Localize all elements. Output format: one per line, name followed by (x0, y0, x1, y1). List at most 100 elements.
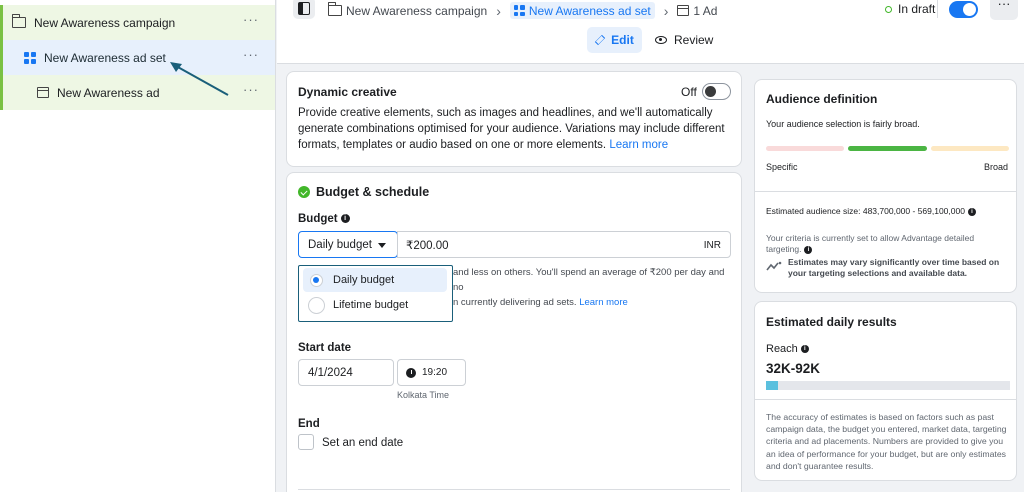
eye-icon (655, 36, 667, 44)
help-line: and less on others. You'll spend an aver… (453, 267, 725, 293)
tree-item-adset[interactable]: New Awareness ad set ··· (0, 40, 275, 75)
caret-down-icon (378, 243, 386, 248)
timezone-label: Kolkata Time (397, 390, 450, 400)
learn-more-link[interactable]: Learn more (609, 139, 668, 151)
start-date-label: Start date (298, 342, 352, 354)
breadcrumb-label: 1 Ad (693, 3, 718, 18)
audience-criteria: Your criteria is currently set to allow … (766, 233, 1006, 255)
radio-unselected-icon (308, 296, 325, 314)
end-date-checkbox-label: Set an end date (322, 437, 404, 449)
status-badge: In draft (885, 2, 935, 16)
section-title: Dynamic creative (298, 85, 397, 99)
adset-grid-icon (24, 51, 36, 64)
more-options-icon[interactable]: ··· (243, 13, 259, 26)
criteria-text: Your criteria is currently set to allow … (766, 233, 975, 254)
budget-schedule-card: Budget & schedule Budget i Daily budget ₹… (286, 172, 742, 492)
trend-icon (766, 261, 782, 271)
breadcrumb-ad[interactable]: 1 Ad (677, 4, 717, 18)
start-time-value: 19:20 (422, 367, 448, 378)
chevron-right-icon: › (496, 2, 501, 19)
campaign-tree-sidebar: New Awareness campaign ··· New Awareness… (0, 0, 276, 492)
start-date-input[interactable]: 4/1/2024 (298, 359, 394, 386)
publish-toggle[interactable] (949, 1, 978, 18)
tree-item-campaign[interactable]: New Awareness campaign ··· (0, 5, 275, 40)
info-icon[interactable]: i (967, 207, 976, 216)
audience-estimate-warning: Estimates may vary significantly over ti… (788, 257, 1000, 278)
help-line-text: n currently delivering ad sets. (453, 297, 577, 308)
info-icon[interactable]: i (340, 214, 350, 224)
budget-type-dropdown: Daily budget Lifetime budget (298, 265, 453, 322)
audience-size: Estimated audience size: 483,700,000 - 5… (766, 206, 976, 216)
budget-label: Budget i (298, 213, 350, 225)
dynamic-creative-description: Provide creative elements, such as image… (298, 105, 734, 153)
breadcrumb-label: New Awareness ad set (528, 3, 651, 18)
info-icon[interactable]: i (804, 245, 813, 254)
toggle-state-label: Off (681, 85, 697, 99)
budget-type-value: Daily budget (308, 238, 372, 251)
help-line-2: n currently delivering ad sets. Learn mo… (453, 295, 733, 310)
edit-label: Edit (611, 33, 634, 47)
more-options-icon[interactable]: ··· (243, 83, 259, 96)
more-options-icon[interactable]: ··· (243, 48, 259, 61)
panel-toggle-icon[interactable] (293, 0, 315, 19)
budget-type-select[interactable]: Daily budget (298, 231, 398, 258)
divider (937, 0, 938, 18)
reach-label: Reach i (766, 343, 809, 355)
review-button[interactable]: Review (655, 27, 713, 53)
dynamic-creative-toggle[interactable] (702, 83, 731, 100)
start-date-value: 4/1/2024 (308, 366, 353, 379)
tree-item-label: New Awareness campaign (34, 15, 176, 30)
divider (755, 191, 1016, 192)
status-text: In draft (898, 2, 936, 16)
folder-icon (11, 14, 26, 28)
pencil-icon (595, 34, 606, 46)
divider (298, 489, 730, 490)
audience-size-text: Estimated audience size: 483,700,000 - 5… (766, 206, 965, 216)
breadcrumb-label: New Awareness campaign (346, 3, 488, 18)
review-label: Review (674, 33, 714, 47)
breadcrumb: New Awareness campaign › New Awareness a… (327, 2, 717, 19)
more-options-button[interactable]: ··· (990, 0, 1018, 20)
dropdown-option-daily[interactable]: Daily budget (303, 268, 447, 292)
end-date-checkbox[interactable] (298, 434, 314, 450)
budget-amount-input[interactable]: ₹200.00 INR (397, 231, 731, 258)
mode-bar: Edit Review (277, 20, 1024, 64)
breadcrumb-campaign[interactable]: New Awareness campaign (327, 2, 488, 18)
dropdown-option-lifetime[interactable]: Lifetime budget (303, 293, 447, 317)
breadcrumb-adset[interactable]: New Awareness ad set (509, 2, 655, 19)
learn-more-link[interactable]: Learn more (579, 297, 628, 308)
budget-help-text: and less on others. You'll spend an aver… (453, 265, 733, 310)
folder-icon (327, 2, 342, 16)
estimate-disclaimer: The accuracy of estimates is based on fa… (766, 412, 1007, 471)
clock-icon (406, 367, 416, 378)
budget-amount-value: ₹200.00 (406, 239, 449, 252)
adset-grid-icon (513, 5, 525, 16)
meter-segment-specific (766, 146, 844, 151)
divider (755, 399, 1016, 400)
estimated-results-card: Estimated daily results Reach i 32K-92K T… (754, 301, 1017, 481)
meter-label-specific: Specific (766, 162, 798, 172)
audience-definition-card: Audience definition Your audience select… (754, 79, 1017, 293)
currency-label: INR (703, 240, 721, 251)
tree-item-ad[interactable]: New Awareness ad ··· (0, 75, 275, 110)
reach-label-text: Reach (766, 343, 798, 355)
edit-button[interactable]: Edit (587, 27, 642, 53)
section-title: Audience definition (766, 92, 878, 106)
audience-summary: Your audience selection is fairly broad. (766, 119, 920, 129)
option-label: Lifetime budget (333, 299, 409, 311)
reach-bar (766, 381, 1010, 390)
ad-icon (37, 87, 49, 98)
dynamic-creative-card: Dynamic creative Off Provide creative el… (286, 71, 742, 167)
check-circle-icon (298, 186, 310, 198)
tree-item-label: New Awareness ad set (44, 50, 166, 65)
ad-icon (677, 5, 690, 16)
section-title: Budget & schedule (316, 185, 430, 199)
info-icon[interactable]: i (800, 345, 809, 354)
radio-selected-icon (310, 273, 323, 287)
reach-value: 32K-92K (766, 361, 821, 376)
budget-label-text: Budget (298, 213, 338, 225)
tree-item-label: New Awareness ad (57, 85, 160, 100)
start-time-input[interactable]: 19:20 (397, 359, 466, 386)
top-bar: New Awareness campaign › New Awareness a… (277, 0, 1024, 20)
reach-bar-fill (766, 381, 779, 390)
